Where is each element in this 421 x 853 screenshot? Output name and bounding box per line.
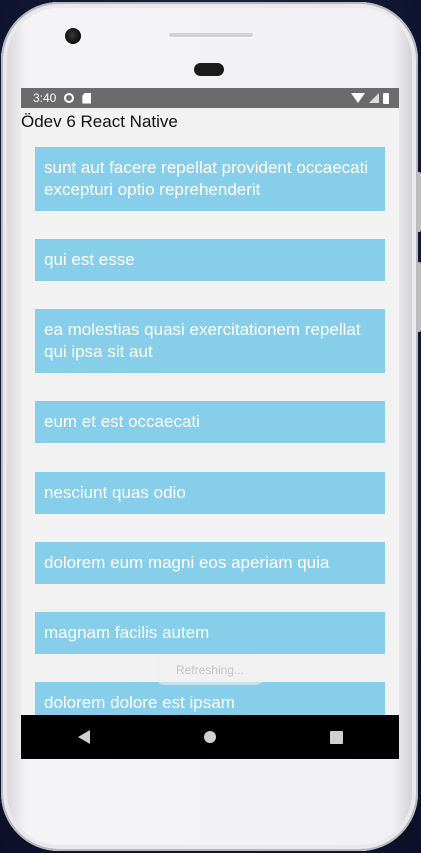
volume-button [417, 172, 421, 232]
device-screen: 3:40 Ödev 6 React Native sunt aut facere… [21, 88, 399, 759]
list-item-title: magnam facilis autem [44, 623, 210, 642]
list-item[interactable]: qui est esse [35, 239, 385, 281]
list-item-title: eum et est occaecati [44, 412, 200, 431]
sd-card-icon [82, 92, 92, 104]
sensor-pill [194, 63, 224, 76]
wifi-icon [351, 93, 365, 103]
status-bar: 3:40 [21, 88, 399, 108]
back-button[interactable] [64, 717, 104, 757]
battery-icon [383, 92, 389, 104]
list-item-title: nesciunt quas odio [44, 483, 186, 502]
refreshing-indicator: Refreshing... [155, 655, 265, 685]
earpiece-speaker [169, 33, 253, 37]
back-icon [78, 730, 90, 744]
navigation-bar [21, 715, 399, 759]
front-camera [65, 28, 81, 44]
post-list[interactable]: sunt aut facere repellat provident occae… [35, 147, 385, 715]
list-item-title: dolorem eum magni eos aperiam quia [44, 553, 330, 572]
list-item-title: qui est esse [44, 250, 135, 269]
list-item-title: dolorem dolore est ipsam [44, 693, 235, 712]
list-item[interactable]: dolorem dolore est ipsam [35, 682, 385, 715]
home-icon [204, 731, 216, 743]
recents-icon [329, 730, 343, 744]
list-item[interactable]: dolorem eum magni eos aperiam quia [35, 542, 385, 584]
list-item[interactable]: ea molestias quasi exercitationem repell… [35, 309, 385, 373]
home-button[interactable] [190, 717, 230, 757]
signal-icon [369, 93, 379, 103]
page-title: Ödev 6 React Native [21, 112, 178, 131]
phone-frame: 3:40 Ödev 6 React Native sunt aut facere… [1, 2, 421, 851]
list-item[interactable]: nesciunt quas odio [35, 472, 385, 514]
power-button [417, 262, 421, 332]
list-item[interactable]: eum et est occaecati [35, 401, 385, 443]
recents-button[interactable] [316, 717, 356, 757]
list-item[interactable]: magnam facilis autem [35, 612, 385, 654]
settings-icon [64, 93, 75, 103]
list-item-title: sunt aut facere repellat provident occae… [44, 158, 369, 199]
status-time: 3:40 [33, 91, 57, 105]
list-item[interactable]: sunt aut facere repellat provident occae… [35, 147, 385, 211]
list-item-title: ea molestias quasi exercitationem repell… [44, 320, 361, 361]
